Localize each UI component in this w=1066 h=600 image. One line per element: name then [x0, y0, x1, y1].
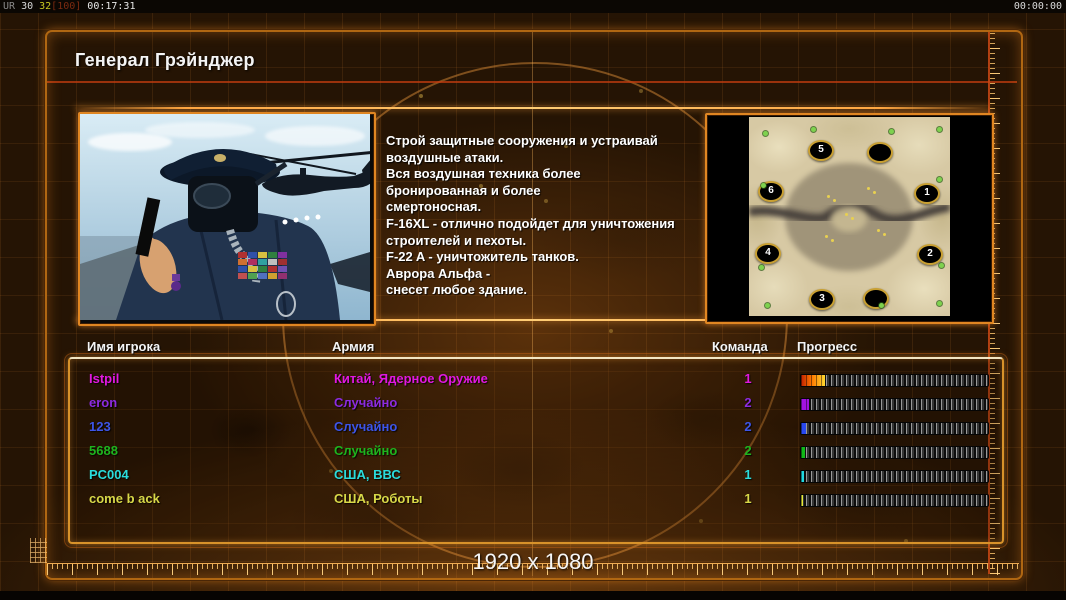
header-team: Команда [712, 339, 768, 354]
general-title: Генерал Грэйнджер [75, 50, 255, 70]
player-name: eron [89, 395, 118, 410]
info-section-top-line [75, 107, 990, 109]
player-army: Китай, Ядерное Оружие [334, 371, 488, 386]
progress-bar [800, 374, 989, 387]
map-start-marker: 1 [914, 183, 940, 204]
header-player-name: Имя игрока [87, 339, 161, 354]
resolution-text: 1920 x 1080 [472, 549, 594, 574]
map-resource-dot-icon [765, 303, 770, 308]
debug-part: 30 [21, 1, 40, 12]
player-army: Случайно [334, 443, 398, 458]
progress-bar-fill [801, 447, 806, 458]
player-team: 1 [744, 371, 752, 386]
map-resource-dot-icon [939, 263, 944, 268]
progress-bar [800, 470, 989, 483]
mission-timer: 00:00:00 [1013, 1, 1062, 12]
player-list: Istpil Китай, Ядерное Оружие 1 eron Случ… [64, 353, 1008, 548]
map-unit-dot-icon [877, 229, 880, 232]
player-name: 123 [89, 419, 111, 434]
map-resource-dot-icon [761, 183, 766, 188]
progress-bar [800, 494, 989, 507]
header-army: Армия [332, 339, 375, 354]
player-team: 2 [744, 395, 752, 410]
progress-bar-fill [801, 495, 804, 506]
map-resource-dot-icon [937, 301, 942, 306]
debug-topbar: UR 30 32[100] 00:17:31 00:00:00 [0, 0, 1066, 13]
map-unit-dot-icon [833, 199, 836, 202]
player-army: США, ВВС [334, 467, 401, 482]
progress-bar-fill [801, 423, 807, 434]
progress-bar-fill [801, 375, 826, 386]
map-unit-dot-icon [873, 191, 876, 194]
player-row: 123 Случайно 2 [70, 416, 1002, 440]
player-row: eron Случайно 2 [70, 392, 1002, 416]
player-name: Istpil [89, 371, 120, 386]
progress-bar [800, 398, 989, 411]
debug-readout: UR 30 32[100] 00:17:31 [3, 0, 135, 13]
portrait-art [80, 114, 370, 320]
player-army: Случайно [334, 419, 398, 434]
header-progress: Прогресс [797, 339, 858, 354]
bottom-edge [0, 591, 1066, 600]
map-start-marker: 4 [755, 243, 781, 264]
loading-screen: { "top_bar": { "left_parts": [ {"text": … [0, 0, 1066, 600]
player-row: come b ack США, Роботы 1 [70, 488, 1002, 512]
map-resource-dot-icon [937, 127, 942, 132]
progress-bar [800, 446, 989, 459]
map-unit-dot-icon [883, 233, 886, 236]
debug-part: [100] [51, 1, 88, 12]
progress-bar-fill [801, 399, 810, 410]
map-marker-unnumbered-icon [867, 142, 893, 163]
map-resource-dot-icon [763, 131, 768, 136]
debug-part: 00:17:31 [87, 1, 136, 12]
map-start-marker: 2 [917, 244, 943, 265]
map-unit-dot-icon [831, 239, 834, 242]
player-team: 1 [744, 467, 752, 482]
map-marker-unnumbered-icon [863, 288, 889, 309]
player-name: come b ack [89, 491, 160, 506]
map-unit-dot-icon [867, 187, 870, 190]
map-unit-dot-icon [825, 235, 828, 238]
map-resource-dot-icon [811, 127, 816, 132]
map-terrain [749, 163, 950, 271]
progress-bar-fill [801, 471, 805, 482]
debug-part: 32 [39, 1, 52, 12]
map-unit-dot-icon [845, 213, 848, 216]
player-row: Istpil Китай, Ядерное Оружие 1 [70, 368, 1002, 392]
map-start-marker: 5 [808, 140, 834, 161]
map-resource-dot-icon [879, 303, 884, 308]
map-unit-dot-icon [827, 195, 830, 198]
map-resource-dot-icon [937, 177, 942, 182]
player-row: PC004 США, ВВС 1 [70, 464, 1002, 488]
player-team: 1 [744, 491, 752, 506]
map-unit-dot-icon [851, 217, 854, 220]
progress-bar [800, 422, 989, 435]
player-army: Случайно [334, 395, 398, 410]
briefing-text: Строй защитные сооружения и устраивай во… [386, 133, 675, 298]
debug-part: UR [3, 1, 22, 12]
player-name: 5688 [89, 443, 118, 458]
player-army: США, Роботы [334, 491, 423, 506]
player-name: PC004 [89, 467, 129, 482]
player-row: 5688 Случайно 2 [70, 440, 1002, 464]
map-preview-box: 561423 [705, 113, 994, 324]
map-resource-dot-icon [889, 129, 894, 134]
map-resource-dot-icon [759, 265, 764, 270]
general-portrait [78, 112, 376, 326]
player-team: 2 [744, 419, 752, 434]
player-team: 2 [744, 443, 752, 458]
map-area: 561423 [749, 117, 950, 316]
map-start-marker: 3 [809, 289, 835, 310]
